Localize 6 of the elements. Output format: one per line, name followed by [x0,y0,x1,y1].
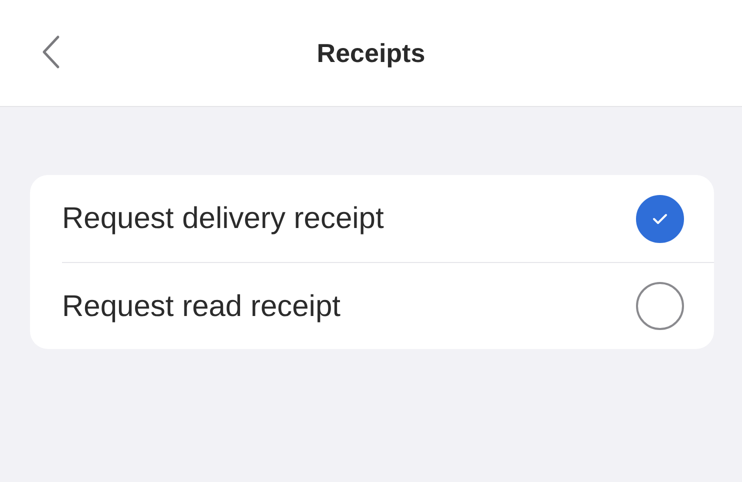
unchecked-radio[interactable] [636,282,684,330]
option-label[interactable]: Request read receipt [62,284,340,328]
option-label[interactable]: Request delivery receipt [62,196,384,241]
checked-radio[interactable] [636,194,684,242]
screen-title: Receipts [316,36,426,70]
check-icon [652,212,668,224]
